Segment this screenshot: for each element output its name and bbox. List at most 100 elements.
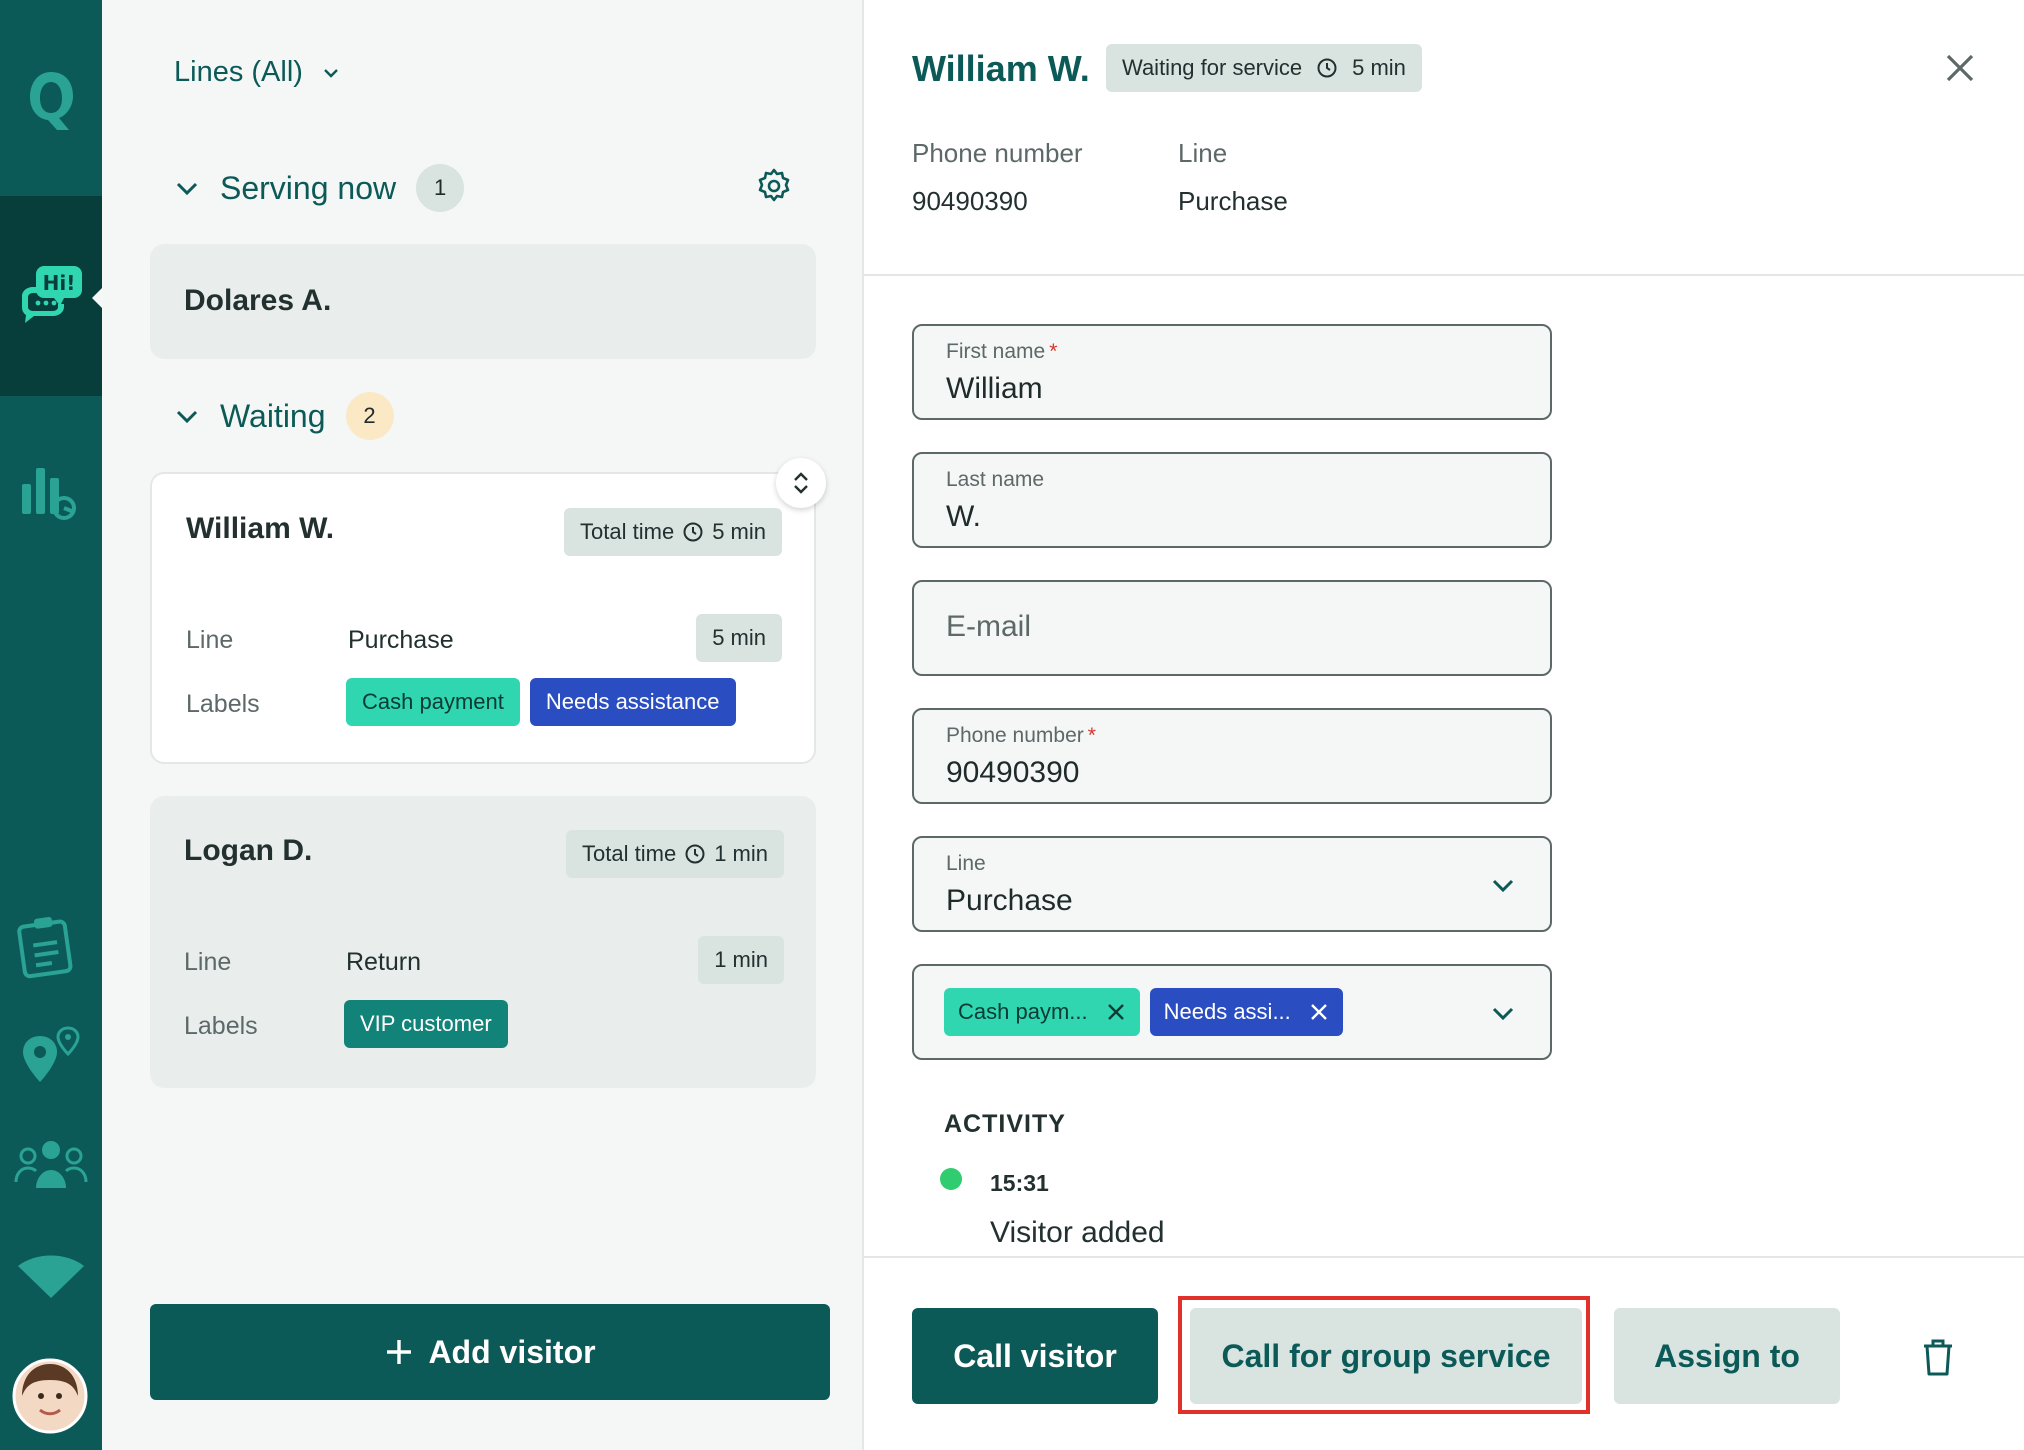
label-tag: Cash payment (346, 678, 520, 726)
line-label: Line (184, 948, 232, 976)
chevron-down-icon (176, 410, 198, 424)
total-time-value: 1 min (714, 841, 768, 866)
remove-icon[interactable] (1106, 1002, 1126, 1022)
gear-icon[interactable] (754, 166, 794, 206)
call-visitor-button[interactable]: Call visitor (912, 1308, 1158, 1404)
plus-icon (387, 1340, 412, 1364)
line-label: Line (186, 626, 234, 654)
lines-filter-label: Lines (All) (174, 56, 303, 88)
line-select-label: Line (946, 852, 986, 875)
user-avatar[interactable] (10, 1356, 90, 1436)
labels-label: Labels (186, 690, 260, 718)
phone-label: Phone number * (946, 724, 1096, 748)
first-name-input[interactable] (946, 372, 1506, 406)
required-marker: * (1087, 724, 1096, 747)
trash-icon[interactable] (1918, 1336, 1958, 1378)
status-text: Waiting for service (1122, 55, 1303, 80)
waiting-count-badge: 2 (345, 392, 394, 440)
total-time-label: Total time (580, 519, 675, 544)
reorder-button[interactable] (776, 458, 826, 508)
labels-select[interactable]: Cash paym... Needs assi... (912, 964, 1552, 1060)
status-badge: Waiting for service 5 min (1106, 44, 1422, 92)
map-pin-icon[interactable] (14, 1020, 88, 1094)
first-name-label: First name * (946, 340, 1057, 364)
status-time: 5 min (1352, 55, 1406, 80)
total-time-value: 5 min (712, 519, 766, 544)
line-value: Purchase (1178, 186, 1288, 216)
add-visitor-button[interactable]: Add visitor (150, 1304, 830, 1400)
line-value: Return (346, 948, 422, 976)
label-chip-text: Cash paym... (958, 999, 1088, 1024)
email-input[interactable] (946, 610, 1506, 644)
labels-list: Cash payment Needs assistance (346, 678, 736, 726)
phone-input[interactable] (946, 756, 1506, 790)
waiting-section-toggle[interactable]: Waiting 2 (174, 392, 394, 440)
waiting-visitor-card[interactable]: William W. Total time 5 min Line Purchas… (150, 472, 816, 764)
waiting-title: Waiting (220, 397, 326, 434)
activity-title: ACTIVITY (944, 1110, 1066, 1138)
chat-hi-icon[interactable]: Hi! (14, 260, 88, 334)
sort-arrows-icon (794, 472, 808, 494)
highlight-box (1178, 1296, 1590, 1414)
selected-labels: Cash paym... Needs assi... (944, 988, 1343, 1036)
remove-icon[interactable] (1309, 1002, 1329, 1022)
line-select[interactable]: Line Purchase (912, 836, 1552, 932)
labels-label: Labels (184, 1012, 258, 1040)
serving-count-badge: 1 (416, 164, 465, 212)
visitor-name: Dolares A. (184, 284, 332, 317)
first-name-field[interactable]: First name * (912, 324, 1552, 420)
wifi-icon[interactable] (14, 1240, 88, 1314)
analytics-icon[interactable] (14, 458, 88, 532)
serving-visitor-card[interactable]: Dolares A. (150, 244, 816, 359)
visitor-detail-panel: William W. Waiting for service 5 min Pho… (864, 0, 2024, 1450)
label-tag: VIP customer (344, 1000, 508, 1048)
add-visitor-label: Add visitor (428, 1333, 596, 1370)
last-name-input[interactable] (946, 500, 1506, 534)
serving-now-title: Serving now (220, 169, 397, 206)
clock-icon (683, 522, 703, 542)
clipboard-icon[interactable] (14, 910, 88, 984)
required-marker: * (1049, 340, 1058, 363)
queue-panel: Lines (All) Serving now 1 Dolares A. Wai… (102, 0, 864, 1450)
phone-field[interactable]: Phone number * (912, 708, 1552, 804)
label-chip: Cash paym... (944, 988, 1140, 1036)
lines-filter-dropdown[interactable]: Lines (All) (174, 56, 341, 89)
waiting-visitor-card[interactable]: Logan D. Total time 1 min Line Return 1 … (150, 796, 816, 1088)
nav-rail: Hi! (0, 0, 104, 1450)
serving-now-section-toggle[interactable]: Serving now 1 (174, 164, 465, 212)
action-footer: Call visitor Call for group service Assi… (864, 1256, 2024, 1450)
total-time-label: Total time (582, 841, 677, 866)
activity-status-dot (940, 1168, 962, 1190)
activity-text: Visitor added (990, 1216, 1165, 1249)
clock-icon (1317, 58, 1337, 78)
clock-icon (685, 844, 705, 864)
first-name-label-text: First name (946, 340, 1046, 363)
last-name-field[interactable]: Last name (912, 452, 1552, 548)
assign-to-button[interactable]: Assign to (1614, 1308, 1840, 1404)
last-name-label: Last name (946, 468, 1045, 491)
line-value: Purchase (348, 626, 454, 654)
total-time-badge: Total time 5 min (564, 508, 782, 556)
label-chip: Needs assi... (1149, 988, 1343, 1036)
line-label: Line (1178, 138, 1228, 168)
line-time-badge: 1 min (698, 936, 784, 984)
label-chip-text: Needs assi... (1163, 999, 1291, 1024)
phone-label: Phone number (912, 138, 1083, 168)
close-icon[interactable] (1940, 48, 1980, 88)
visitor-detail-name: William W. (912, 48, 1090, 89)
visitor-name: Logan D. (184, 834, 313, 867)
chevron-down-icon (1492, 879, 1514, 893)
visitor-name: William W. (186, 512, 335, 545)
users-icon[interactable] (14, 1130, 88, 1204)
phone-label-text: Phone number (946, 724, 1084, 747)
line-select-value: Purchase (946, 884, 1073, 917)
chevron-down-icon (324, 68, 338, 78)
chevron-down-icon (1492, 1007, 1514, 1021)
line-time-badge: 5 min (696, 614, 782, 662)
q-logo-icon[interactable] (22, 66, 80, 132)
label-tag: Needs assistance (529, 678, 736, 726)
phone-value: 90490390 (912, 186, 1028, 216)
email-field[interactable] (912, 580, 1552, 676)
labels-list: VIP customer (344, 1000, 508, 1048)
activity-time: 15:31 (990, 1170, 1049, 1196)
